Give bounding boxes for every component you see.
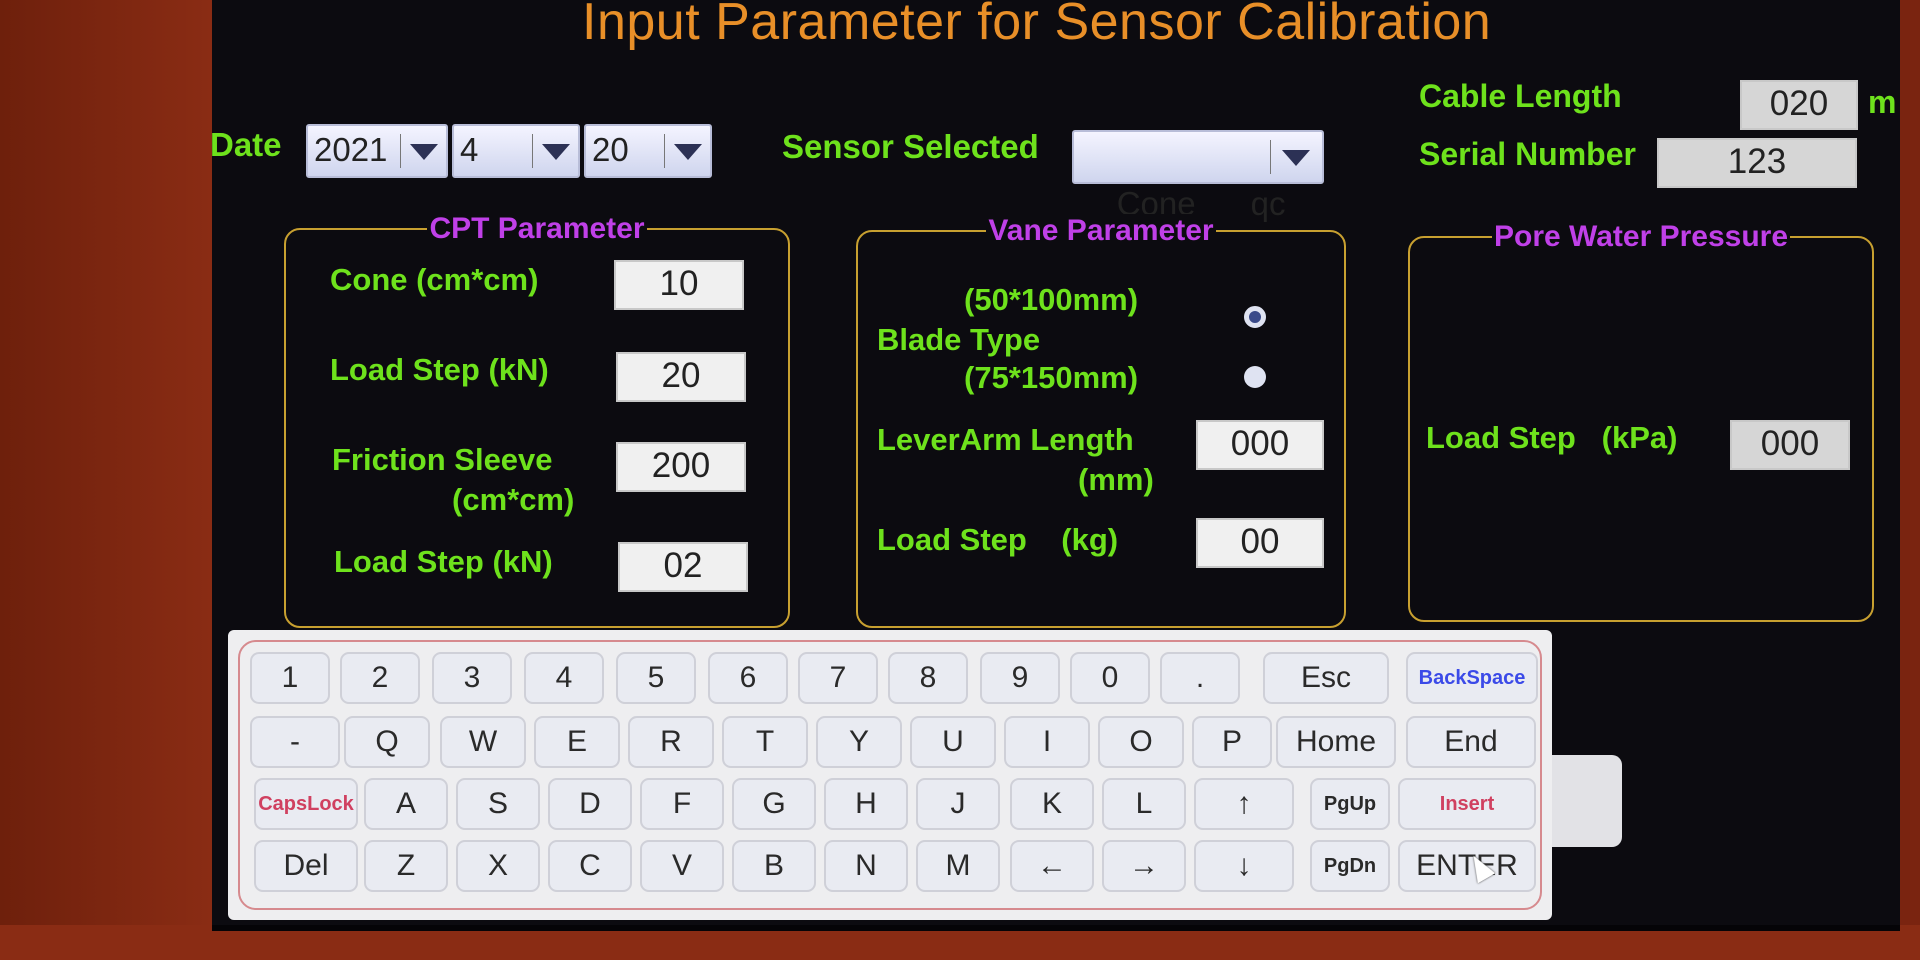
key-end[interactable]: End (1406, 716, 1536, 768)
serial-number-label: Serial Number (1419, 136, 1636, 172)
key-7[interactable]: 7 (798, 652, 878, 704)
date-label: Date (212, 126, 282, 163)
key-up-arrow[interactable]: ↑ (1194, 778, 1294, 830)
cone-area-field[interactable]: 10 (614, 260, 744, 310)
key-v[interactable]: V (640, 840, 724, 892)
key-5[interactable]: 5 (616, 652, 696, 704)
key-0[interactable]: 0 (1070, 652, 1150, 704)
pore-load-step-field[interactable]: 000 (1730, 420, 1850, 470)
key-del[interactable]: Del (254, 840, 358, 892)
key-s[interactable]: S (456, 778, 540, 830)
key-a[interactable]: A (364, 778, 448, 830)
key-9[interactable]: 9 (980, 652, 1060, 704)
sensor-select[interactable]: Cone qc (1072, 130, 1324, 222)
page-title: Input Parameter for Sensor Calibration (582, 0, 1492, 51)
key-left-arrow[interactable]: ← (1010, 840, 1094, 892)
chevron-down-icon (674, 144, 702, 160)
key-f[interactable]: F (640, 778, 724, 830)
friction-sleeve-field[interactable]: 200 (616, 442, 746, 492)
key-p[interactable]: P (1192, 716, 1272, 768)
blade-option-1-radio[interactable] (1244, 306, 1266, 328)
key-down-arrow[interactable]: ↓ (1194, 840, 1294, 892)
key-n[interactable]: N (824, 840, 908, 892)
key-6[interactable]: 6 (708, 652, 788, 704)
cpt-load-step2-field[interactable]: 02 (618, 542, 748, 592)
key-capslock[interactable]: CapsLock (254, 778, 358, 830)
key-k[interactable]: K (1010, 778, 1094, 830)
key-pgdn[interactable]: PgDn (1310, 840, 1390, 892)
year-value: 2021 (314, 131, 388, 168)
key-q[interactable]: Q (344, 716, 430, 768)
cable-length-label: Cable Length (1419, 78, 1622, 114)
key-h[interactable]: H (824, 778, 908, 830)
key-u[interactable]: U (910, 716, 996, 768)
month-select[interactable]: 4 (452, 124, 580, 178)
key-esc[interactable]: Esc (1263, 652, 1389, 704)
serial-number-field[interactable]: 123 (1657, 138, 1857, 188)
vane-load-step-label: Load Step (kg) (877, 522, 1119, 557)
lever-arm-length-unit: (mm) (1078, 462, 1154, 497)
year-select[interactable]: 2021 (306, 124, 448, 178)
lever-arm-length-field[interactable]: 000 (1196, 420, 1324, 470)
lever-arm-length-label: LeverArm Length (877, 422, 1134, 457)
cpt-load-step-label: Load Step (kN) (330, 352, 549, 387)
key-e[interactable]: E (534, 716, 620, 768)
key-m[interactable]: M (916, 840, 1000, 892)
key-minus[interactable]: - (250, 716, 340, 768)
key-l[interactable]: L (1102, 778, 1186, 830)
key-4[interactable]: 4 (524, 652, 604, 704)
key-g[interactable]: G (732, 778, 816, 830)
key-insert[interactable]: Insert (1398, 778, 1536, 830)
key-y[interactable]: Y (816, 716, 902, 768)
day-select[interactable]: 20 (584, 124, 712, 178)
key-o[interactable]: O (1098, 716, 1184, 768)
key-1[interactable]: 1 (250, 652, 330, 704)
cpt-parameter-title: CPT Parameter (427, 212, 647, 245)
key-z[interactable]: Z (364, 840, 448, 892)
key-w[interactable]: W (440, 716, 526, 768)
key-right-arrow[interactable]: → (1102, 840, 1186, 892)
cpt-load-step-field[interactable]: 20 (616, 352, 746, 402)
chevron-down-icon (542, 144, 570, 160)
device-bezel-left (0, 0, 212, 960)
pore-load-step-label: Load Step (kPa) (1426, 420, 1678, 455)
key-c[interactable]: C (548, 840, 632, 892)
key-i[interactable]: I (1004, 716, 1090, 768)
key-r[interactable]: R (628, 716, 714, 768)
key-b[interactable]: B (732, 840, 816, 892)
cone-area-label: Cone (cm*cm) (330, 262, 539, 297)
key-x[interactable]: X (456, 840, 540, 892)
cpt-load-step2-label: Load Step (kN) (334, 544, 553, 579)
key-3[interactable]: 3 (432, 652, 512, 704)
blade-option-1-label: (50*100mm) (964, 282, 1139, 317)
pore-water-pressure-title: Pore Water Pressure (1491, 220, 1791, 253)
day-value: 20 (592, 131, 629, 168)
month-value: 4 (460, 131, 479, 168)
key-backspace[interactable]: BackSpace (1406, 652, 1538, 704)
cable-length-unit: m (1868, 84, 1897, 120)
key-home[interactable]: Home (1276, 716, 1396, 768)
key-period[interactable]: . (1160, 652, 1240, 704)
chevron-down-icon (1282, 150, 1310, 166)
key-8[interactable]: 8 (888, 652, 968, 704)
key-2[interactable]: 2 (340, 652, 420, 704)
vane-parameter-title: Vane Parameter (986, 214, 1216, 247)
sensor-selected-label: Sensor Selected (782, 128, 1039, 165)
on-screen-keyboard: 1 2 3 4 5 6 7 8 9 0. Esc BackSpace - Q W E R T Y U I O P Home En… (228, 630, 1552, 920)
key-t[interactable]: T (722, 716, 808, 768)
friction-sleeve-label: Friction Sleeve (332, 442, 553, 477)
cable-length-field[interactable]: 020 (1740, 80, 1858, 130)
blade-type-label: Blade Type (877, 322, 1041, 357)
blade-option-2-radio[interactable] (1244, 366, 1266, 388)
blade-option-2-label: (75*150mm) (964, 360, 1139, 395)
key-pgup[interactable]: PgUp (1310, 778, 1390, 830)
key-d[interactable]: D (548, 778, 632, 830)
friction-sleeve-unit: (cm*cm) (452, 482, 575, 517)
keyboard-side-tab[interactable] (1552, 755, 1622, 847)
chevron-down-icon (410, 144, 438, 160)
vane-load-step-field[interactable]: 00 (1196, 518, 1324, 568)
key-j[interactable]: J (916, 778, 1000, 830)
